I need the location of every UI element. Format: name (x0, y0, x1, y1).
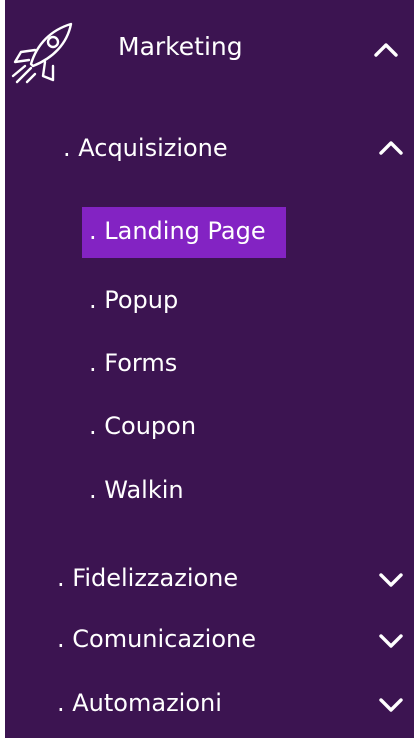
menu-group-automazioni[interactable]: . Automazioni (5, 683, 414, 727)
menu-group-fidelizzazione[interactable]: . Fidelizzazione (5, 558, 414, 602)
group-label-acquisizione: . Acquisizione (63, 134, 228, 162)
group-label-fidelizzazione: . Fidelizzazione (57, 564, 239, 592)
group-label-comunicazione: . Comunicazione (57, 625, 256, 653)
menu-item-label: . Coupon (89, 412, 197, 440)
section-label-marketing: Marketing (118, 32, 243, 61)
menu-group-acquisizione[interactable]: . Acquisizione (5, 128, 414, 172)
menu-section-marketing[interactable]: Marketing (5, 14, 414, 88)
menu-item-label: . Walkin (89, 476, 184, 504)
menu-item-label: . Landing Page (89, 217, 266, 245)
chevron-down-icon[interactable] (378, 633, 404, 649)
chevron-down-icon[interactable] (378, 572, 404, 588)
group-label-automazioni: . Automazioni (57, 689, 222, 717)
chevron-down-icon[interactable] (378, 697, 404, 713)
menu-group-comunicazione[interactable]: . Comunicazione (5, 619, 414, 663)
menu-item-forms[interactable]: . Forms (5, 341, 414, 387)
menu-item-popup[interactable]: . Popup (5, 278, 414, 324)
menu-item-label: . Popup (89, 286, 179, 314)
sidebar-menu: Marketing . Acquisizione . Landing Page … (5, 0, 414, 738)
rocket-icon (9, 20, 75, 86)
chevron-up-icon[interactable] (378, 140, 404, 156)
menu-item-label: . Forms (89, 349, 178, 377)
menu-item-coupon[interactable]: . Coupon (5, 404, 414, 450)
menu-item-landing-page[interactable]: . Landing Page (5, 207, 414, 258)
menu-item-walkin[interactable]: . Walkin (5, 468, 414, 514)
chevron-up-icon[interactable] (373, 42, 399, 58)
